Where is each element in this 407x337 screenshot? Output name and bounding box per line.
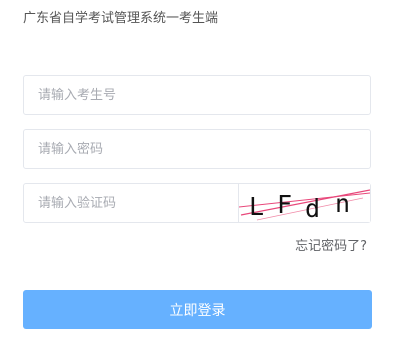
verification-code-field[interactable]: L F d n: [23, 183, 371, 223]
login-button[interactable]: 立即登录: [23, 290, 372, 329]
captcha-char: n: [335, 189, 350, 218]
captcha-graphic: L F d n: [239, 189, 370, 222]
captcha-image[interactable]: L F d n: [238, 184, 370, 222]
forgot-password-link[interactable]: 忘记密码了?: [295, 238, 367, 256]
candidate-number-input[interactable]: [24, 76, 370, 114]
password-input[interactable]: [24, 130, 370, 168]
verification-code-input[interactable]: [24, 184, 240, 222]
candidate-number-field[interactable]: [23, 75, 371, 115]
captcha-char: L: [249, 192, 264, 221]
captcha-char: F: [277, 190, 292, 219]
password-field[interactable]: [23, 129, 371, 169]
page-title: 广东省自学考试管理系统一考生端: [23, 11, 219, 26]
captcha-char: d: [305, 194, 320, 222]
